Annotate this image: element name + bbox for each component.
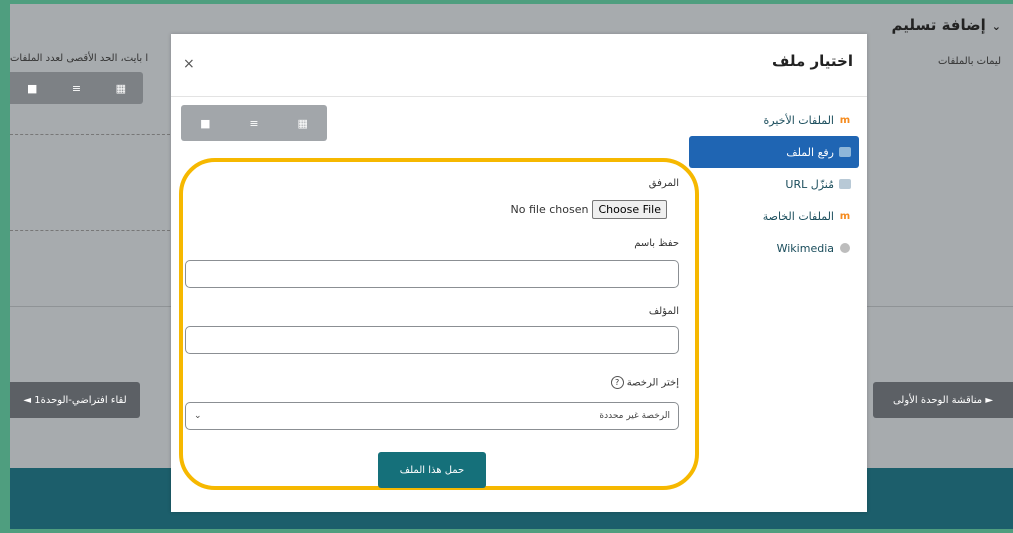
upload-file-button[interactable]: حمل هذا الملف: [378, 452, 486, 488]
list-icon[interactable]: ≡: [54, 72, 98, 104]
dropzone-border: [10, 230, 170, 231]
save-as-input[interactable]: [185, 260, 679, 288]
attachment-label: المرفق: [648, 178, 679, 189]
background-view-toolbar: ■ ≡ ▦: [10, 72, 143, 104]
license-label-row: إختر الرخصة ?: [608, 376, 679, 389]
license-label: إختر الرخصة: [626, 377, 679, 389]
file-input[interactable]: No file chosen Choose File: [511, 200, 667, 219]
file-picker-modal: اختيار ملف × الملفات الأخيرة m رفع الملف…: [171, 34, 867, 512]
author-input[interactable]: [185, 326, 679, 354]
help-icon[interactable]: ?: [610, 376, 624, 389]
chevron-down-icon: ⌄: [991, 20, 1001, 33]
prev-activity-button[interactable]: لقاء افتراضي-الوحدة1 ◄: [10, 382, 140, 418]
next-activity-button[interactable]: ► مناقشة الوحدة الأولى: [873, 382, 1013, 418]
no-file-text: No file chosen: [510, 203, 589, 216]
page-subtext: ليمات بالملفات: [938, 56, 1001, 67]
chevron-down-icon: ⌄: [194, 411, 202, 421]
license-select[interactable]: ⌄ الرخصة غير محددة: [185, 402, 679, 430]
folder-icon[interactable]: ■: [10, 72, 54, 104]
grid-icon[interactable]: ▦: [99, 72, 143, 104]
choose-file-button[interactable]: Choose File: [592, 200, 667, 219]
author-label: المؤلف: [648, 306, 679, 317]
license-select-value: الرخصة غير محددة: [599, 411, 670, 421]
page-heading[interactable]: ⌄إضافة تسليم: [891, 16, 1001, 34]
dropzone-border: [10, 134, 170, 135]
upload-form: المرفق No file chosen Choose File حفظ با…: [171, 34, 867, 512]
file-limit-text: ا بايت، الحد الأقصى لعدد الملفات: [10, 53, 149, 64]
save-as-label: حفظ باسم: [634, 238, 679, 249]
